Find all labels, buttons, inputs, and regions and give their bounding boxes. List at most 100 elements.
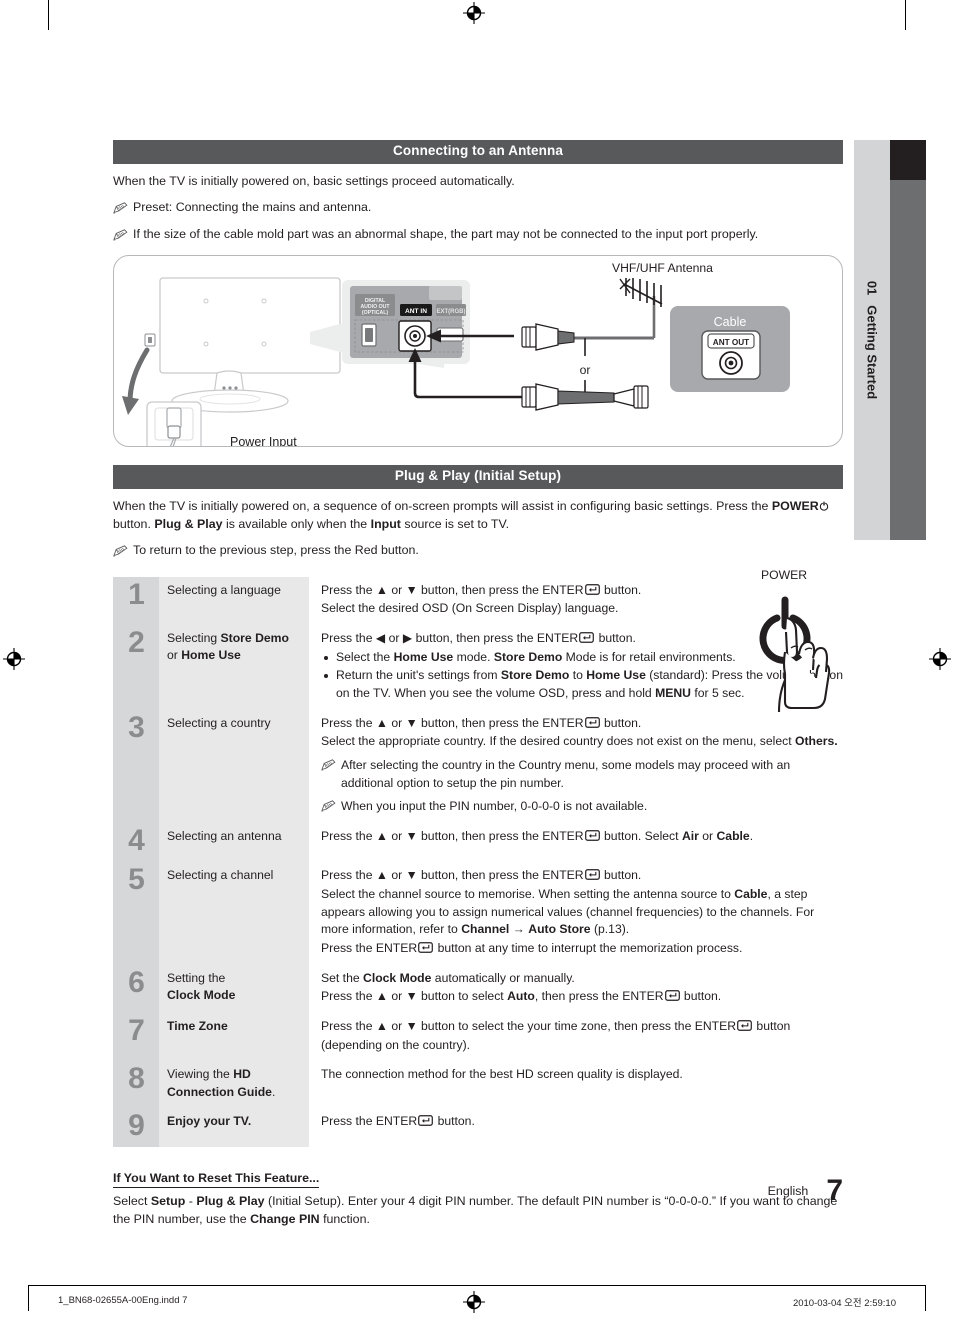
step-description: Press the ▲ or ▼ button, then press the … [309,823,843,863]
step-number: 5 [113,862,159,965]
down-arrow-icon: ▼ [405,582,418,597]
down-arrow-icon: ▼ [405,829,418,844]
pencil-note-icon [113,200,128,218]
txt: Set the [321,970,364,985]
down-arrow-icon: ▼ [405,1018,418,1033]
txt: button, then press the ENTER [412,630,579,645]
step-desc-line: (depending on the country). [321,1037,471,1052]
step-number: 9 [113,1108,159,1147]
txt: button. [434,1114,475,1128]
txt: Select the channel source to memorise. W… [321,886,735,901]
step-label-text: Selecting an antenna [167,829,282,844]
plugplay-intro-part4: source is set to TV. [404,516,510,531]
step-number: 4 [113,823,159,863]
left-arrow-icon: ◀ [375,630,386,645]
step-note: After selecting the country in the Count… [321,757,843,792]
txt-bold: Air [681,829,699,844]
up-arrow-icon: ▲ [375,715,388,730]
txt: button. [600,715,642,730]
step-description: Press the ▲ or ▼ button, then press the … [309,709,843,824]
enter-button-icon [584,716,601,730]
crop-mark-top-right [905,0,906,30]
txt: to [569,668,587,683]
txt-bold: Cable [734,886,768,901]
svg-text:ANT IN: ANT IN [405,308,427,315]
step-label-bold: Home Use [181,648,241,663]
txt: or [387,715,406,730]
slug-filename: 1_BN68-02655A-00Eng.indd 7 [58,1295,188,1306]
step-label-bold: Store Demo [220,630,289,645]
ant-out-label: ANT OUT [713,338,749,347]
txt: Mode is for retail environments. [562,649,736,664]
txt: button, then press the ENTER [417,868,584,883]
step-label-text: Selecting a language [167,582,281,597]
enter-button-icon [417,1114,434,1128]
power-button-illustration: POWER [725,568,843,713]
chapter-stripe-dark [890,140,926,180]
plugplay-intro-part3: is available only when the [225,516,368,531]
enter-button-icon [584,583,601,597]
txt: button. Select [600,829,682,844]
txt-bold: MENU [655,686,691,701]
step-label-bold: Connection Guide [167,1084,272,1099]
plugplay-note-text: To return to the previous step, press th… [133,542,419,557]
txt: button. [600,582,642,597]
plugplay-intro-part1: When the TV is initially powered on, a s… [113,498,769,513]
jack-panel-illustration: DIGITAL AUDIO OUT (OPTICAL) ANT IN EXT(R… [342,279,470,364]
step-desc-line: Press the ▲ or ▼ button to select the yo… [321,1018,843,1036]
antenna-intro-text: When the TV is initially powered on, bas… [113,173,515,188]
txt-bold: Home Use [393,649,454,664]
enter-button-icon [736,1019,753,1033]
txt: → [509,922,529,937]
step-number: 7 [113,1012,159,1062]
table-row: 3 Selecting a country Press the ▲ or ▼ b… [113,709,843,824]
txt: Return the unit's settings from [336,668,501,683]
txt-bold: Store Demo [493,649,563,664]
step-label: Selecting Store Demo or Home Use [159,624,309,710]
txt-bold: Auto Store [528,922,591,937]
enter-button-icon [584,868,601,882]
antenna-note-2-text: If the size of the cable mold part was a… [133,226,759,241]
txt: button. [595,630,636,645]
down-arrow-icon: ▼ [405,989,418,1004]
vhf-uhf-antenna-label: VHF/UHF Antenna [612,261,713,275]
pencil-note-icon [321,757,336,792]
step-description: Press the ▲ or ▼ button, then press the … [309,862,843,965]
txt-bold: Home Use [586,668,646,683]
power-input-label: Power Input [230,435,297,446]
txt: button, then press the ENTER [417,829,584,844]
antenna-note-1: Preset: Connecting the mains and antenna… [113,199,843,218]
antenna-note-2: If the size of the cable mold part was a… [113,226,843,245]
step-label-bold: Enjoy your TV. [167,1114,252,1128]
step-label-text: Setting the [167,970,226,985]
chapter-stripe-gray [890,180,926,540]
step-desc-line: Select the channel source to memorise. W… [321,886,843,939]
step-label-bold: Time Zone [167,1018,228,1033]
txt: Press the [321,1018,376,1033]
txt-bold: Channel [461,922,510,937]
txt: button, then press the ENTER [417,582,584,597]
registration-mark-right [929,648,951,670]
up-arrow-icon: ▲ [375,868,388,883]
step-desc-line: Press the ENTER button. [321,1113,843,1131]
step-number: 2 [113,624,159,710]
pencil-note-icon [113,227,128,245]
step-description: The connection method for the best HD sc… [309,1061,843,1108]
step-label: Selecting a channel [159,862,309,965]
step-label-text: or [167,648,182,663]
step-label-text: Selecting a country [167,715,271,730]
step-label: Viewing the HD Connection Guide. [159,1061,309,1108]
txt: or [385,630,403,645]
txt-bold: Clock Mode [363,970,432,985]
txt-bold: Change PIN [250,1211,320,1226]
table-row: 5 Selecting a channel Press the ▲ or ▼ b… [113,862,843,965]
txt: mode. [453,649,494,664]
txt: function. [319,1211,370,1226]
enter-button-icon [417,941,434,955]
crop-mark-top-left [48,0,49,30]
chapter-tab: 01 Getting Started [854,140,890,540]
step-number: 1 [113,576,159,625]
plugplay-intro-text: When the TV is initially powered on, a s… [113,498,843,534]
step-label: Selecting a language [159,576,309,625]
section-heading-plugplay: Plug & Play (Initial Setup) [113,464,843,489]
